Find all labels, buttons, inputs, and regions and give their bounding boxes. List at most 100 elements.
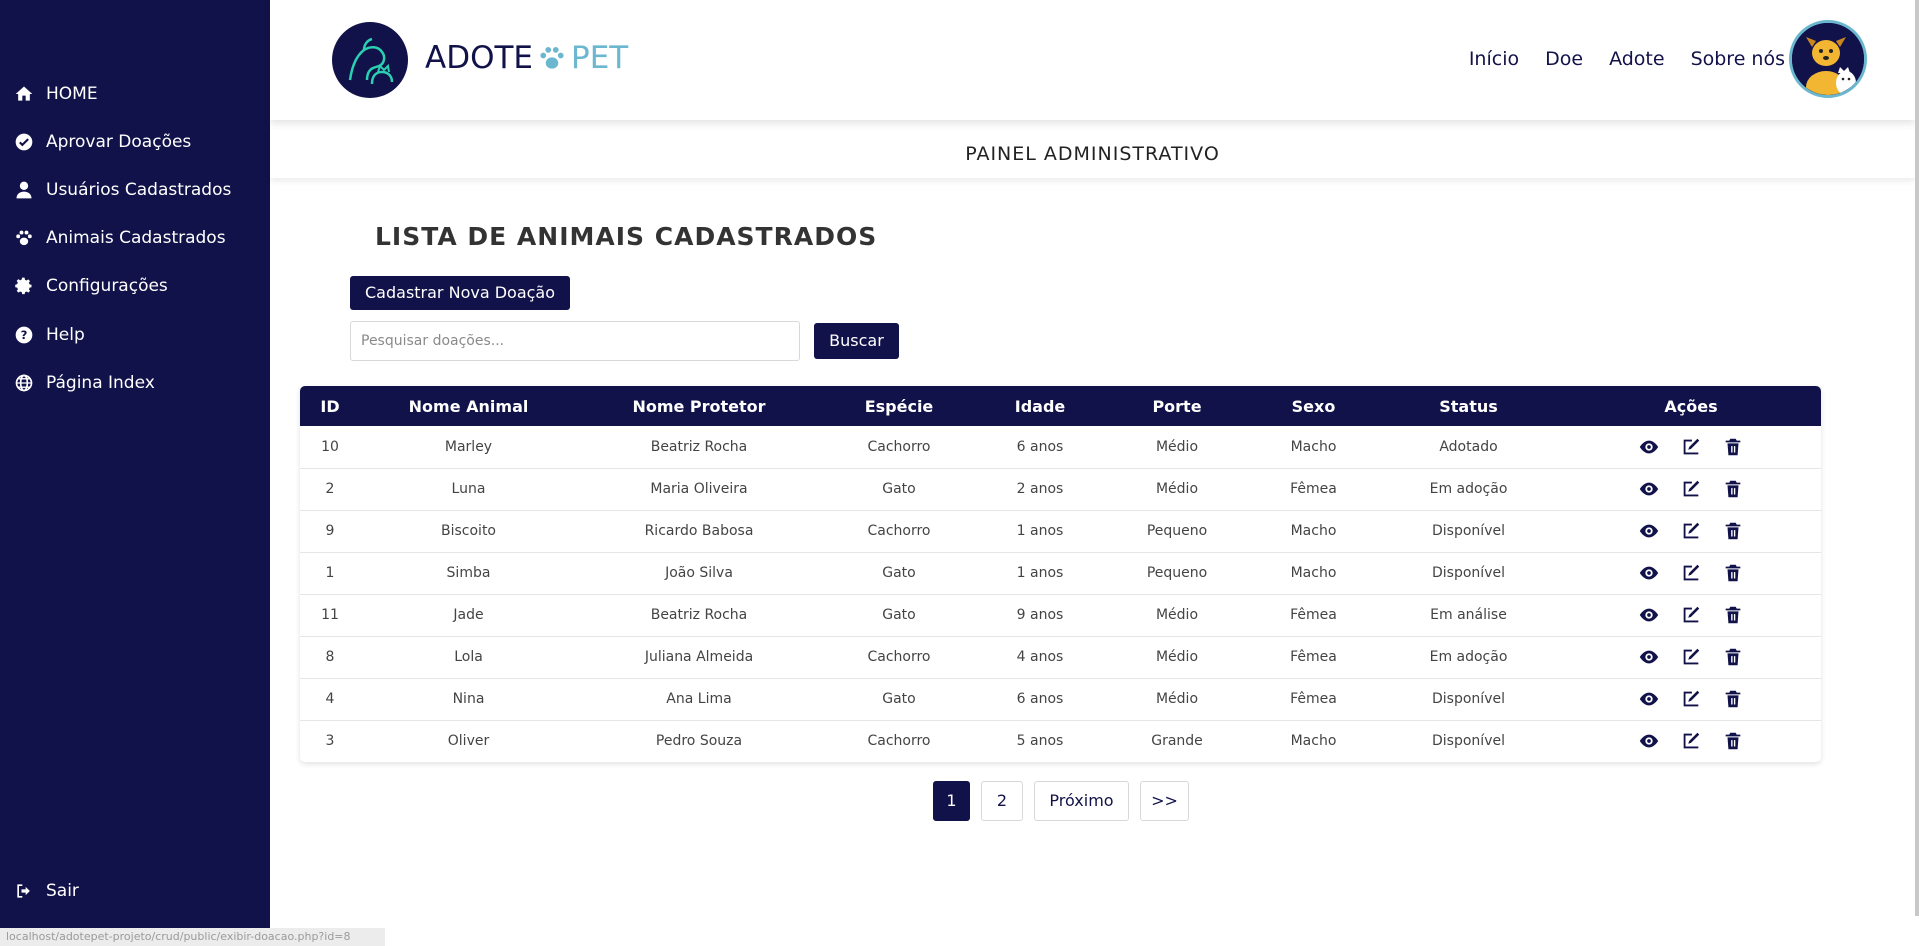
pagination: 1 2 Próximo >> [933, 781, 1189, 821]
nav-doe[interactable]: Doe [1545, 48, 1583, 70]
sidebar-item-configuracoes[interactable]: Configurações [14, 276, 168, 296]
page-1-button[interactable]: 1 [933, 781, 970, 821]
nav-adote[interactable]: Adote [1609, 48, 1665, 70]
logout-icon [17, 884, 30, 898]
status-url: localhost/adotepet-projeto/crud/public/e… [0, 928, 385, 946]
edit-icon[interactable] [1680, 688, 1702, 710]
new-donation-button[interactable]: Cadastrar Nova Doação [350, 276, 571, 310]
help-icon: ? [15, 326, 33, 344]
table-row: 10 Marley Beatriz Rocha Cachorro 6 anos Médio… [300, 426, 1821, 468]
cell-nome-protetor: Beatriz Rocha [650, 607, 748, 623]
search-button[interactable]: Buscar [814, 323, 899, 359]
table-row: 9 Biscoito Ricardo Babosa Cachorro 1 anos Peq… [300, 510, 1821, 552]
cell-idade: 6 anos [1016, 691, 1064, 707]
sidebar-item-label: Configurações [46, 276, 168, 296]
cell-nome-protetor: Pedro Souza [655, 733, 743, 750]
trash-icon[interactable] [1722, 562, 1744, 584]
page-scrollbar[interactable] [1915, 0, 1919, 916]
cell-id: 10 [321, 438, 339, 455]
cell-nome-animal: Luna [451, 481, 486, 497]
trash-icon[interactable] [1722, 646, 1744, 668]
cell-nome-protetor: Juliana Almeida [644, 649, 754, 665]
cell-idade: 6 anos [1016, 438, 1064, 455]
cell-especie: Gato [882, 607, 916, 623]
cell-especie: Cachorro [867, 649, 931, 665]
col-header-id: ID [320, 396, 340, 416]
cell-especie: Gato [882, 481, 916, 497]
dog-cat-avatar-icon [1792, 23, 1864, 95]
last-page-button[interactable]: >> [1140, 781, 1189, 821]
list-title: LISTA DE ANIMAIS CADASTRADOS [375, 222, 878, 251]
cell-id: 2 [325, 481, 335, 497]
col-header-porte: Porte [1152, 396, 1202, 416]
cell-idade: 1 anos [1016, 523, 1064, 539]
avatar[interactable] [1789, 20, 1867, 98]
edit-icon[interactable] [1680, 646, 1702, 668]
sidebar-item-help[interactable]: ? Help [14, 325, 85, 345]
trash-icon[interactable] [1722, 478, 1744, 500]
logout-button[interactable]: Sair [14, 881, 79, 901]
cell-porte: Médio [1155, 438, 1199, 455]
col-header-status: Status [1439, 396, 1498, 416]
edit-icon[interactable] [1680, 520, 1702, 542]
eye-icon[interactable] [1638, 436, 1660, 458]
cell-idade: 5 anos [1016, 733, 1064, 750]
cell-sexo: Fêmea [1290, 649, 1337, 665]
cell-id: 1 [325, 565, 335, 581]
row-actions [1561, 688, 1821, 710]
sidebar-item-animais[interactable]: Animais Cadastrados [14, 228, 226, 248]
cell-idade: 1 anos [1016, 565, 1064, 581]
trash-icon[interactable] [1722, 436, 1744, 458]
eye-icon[interactable] [1638, 562, 1660, 584]
col-header-especie: Espécie [864, 396, 934, 416]
eye-icon[interactable] [1638, 688, 1660, 710]
gear-icon [15, 277, 32, 295]
trash-icon[interactable] [1722, 604, 1744, 626]
eye-icon[interactable] [1638, 520, 1660, 542]
eye-icon[interactable] [1638, 478, 1660, 500]
col-header-acoes: Ações [1664, 396, 1718, 416]
trash-icon[interactable] [1722, 730, 1744, 752]
cell-idade: 4 anos [1016, 649, 1064, 665]
eye-icon[interactable] [1638, 646, 1660, 668]
edit-icon[interactable] [1680, 604, 1702, 626]
cell-sexo: Fêmea [1290, 691, 1337, 707]
cell-acoes [1561, 636, 1821, 678]
logo[interactable] [332, 22, 408, 98]
cell-porte: Médio [1155, 607, 1199, 623]
edit-icon[interactable] [1680, 730, 1702, 752]
trash-icon[interactable] [1722, 688, 1744, 710]
cell-status: Disponível [1432, 523, 1505, 539]
nav-inicio[interactable]: Início [1469, 48, 1519, 70]
sidebar-item-pagina-index[interactable]: Página Index [14, 373, 155, 393]
sidebar-item-usuarios[interactable]: Usuários Cadastrados [14, 180, 231, 200]
eye-icon[interactable] [1638, 730, 1660, 752]
nav-sobre-nos[interactable]: Sobre nós [1691, 48, 1785, 70]
cell-idade: 2 anos [1016, 481, 1064, 497]
col-header-sexo: Sexo [1291, 396, 1336, 416]
cell-nome-protetor: Ricardo Babosa [644, 523, 754, 539]
sidebar-item-home[interactable]: HOME [14, 84, 98, 104]
eye-icon[interactable] [1638, 604, 1660, 626]
edit-icon[interactable] [1680, 478, 1702, 500]
cell-status: Disponível [1432, 691, 1505, 707]
cell-porte: Médio [1155, 691, 1199, 707]
brand-name: ADOTE PET [425, 40, 628, 76]
trash-icon[interactable] [1722, 520, 1744, 542]
search-input[interactable] [350, 321, 800, 361]
table-row: 11 Jade Beatriz Rocha Gato 9 anos Médio Fêmea E… [300, 594, 1821, 636]
edit-icon[interactable] [1680, 436, 1702, 458]
next-page-button[interactable]: Próximo [1034, 781, 1129, 821]
cell-nome-protetor: Ana Lima [666, 691, 732, 707]
col-header-nome-protetor: Nome Protetor [632, 396, 766, 416]
cell-id: 8 [325, 649, 335, 665]
edit-icon[interactable] [1680, 562, 1702, 584]
sidebar-item-aprovar-doacoes[interactable]: Aprovar Doações [14, 132, 191, 152]
row-actions [1561, 730, 1821, 752]
cell-acoes [1561, 510, 1821, 552]
page-2-button[interactable]: 2 [981, 781, 1023, 821]
cell-sexo: Macho [1290, 438, 1337, 455]
table-header-row: ID Nome Animal Nome Protetor Espécie Ida… [300, 386, 1821, 426]
row-actions [1561, 604, 1821, 626]
cell-id: 11 [321, 607, 339, 623]
